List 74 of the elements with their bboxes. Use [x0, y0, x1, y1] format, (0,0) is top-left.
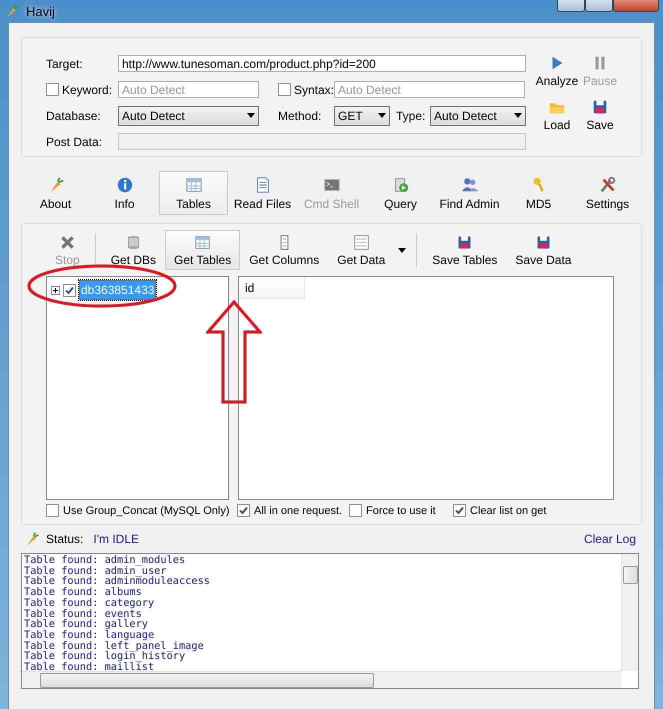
tab[interactable]: Tables [159, 171, 228, 215]
database-label: Database: [46, 108, 102, 122]
target-field[interactable]: http://www.tunesoman.com/product.php?id=200 [118, 55, 526, 72]
info-icon [116, 176, 134, 194]
action-button[interactable]: Save [580, 98, 620, 132]
type-dropdown[interactable]: Auto Detect [430, 106, 526, 126]
database-dropdown[interactable]: Auto Detect [118, 106, 259, 126]
syntax-checkbox[interactable] [278, 83, 291, 96]
tab[interactable]: Query [366, 171, 435, 215]
log-line: Table found: left_panel_image [24, 640, 205, 652]
type-label: Type: [396, 108, 426, 122]
table-icon [194, 234, 212, 250]
caret-icon [398, 248, 406, 252]
log-line: Table found: admin_user [24, 566, 167, 576]
keyword-label: Keyword: [62, 82, 112, 96]
maximize-button[interactable] [585, 0, 613, 12]
tab[interactable]: Settings [573, 171, 642, 215]
method-dropdown[interactable]: GET [334, 106, 390, 126]
minimize-button[interactable] [557, 0, 585, 12]
log-line: Table found: albums [24, 587, 143, 598]
dropdown-arrow-icon [514, 113, 522, 118]
stop-icon [58, 234, 76, 250]
tab[interactable]: MD5 [504, 171, 573, 215]
tree-checkbox[interactable] [63, 284, 76, 296]
toolbar-button[interactable]: Get Columns [240, 230, 328, 270]
log-line: Table found: login_history [24, 651, 186, 662]
target-label: Target: [46, 56, 84, 70]
status-value: I'm IDLE [93, 532, 139, 546]
syntax-field[interactable]: Auto Detect [334, 81, 525, 98]
option-label: All in one request. [254, 504, 342, 516]
dropdown-arrow-icon [247, 113, 255, 118]
clear-log-link[interactable]: Clear Log [584, 532, 636, 546]
action-button[interactable]: Analyze [537, 54, 577, 88]
log-line: Table found: events [24, 608, 142, 620]
option-checkbox[interactable] [237, 504, 250, 517]
tab[interactable]: Read Files [228, 171, 297, 215]
expand-icon[interactable] [51, 286, 60, 294]
toolbar-button[interactable]: Get Data [328, 230, 394, 270]
log-line: Table found: admin_modules [24, 555, 186, 566]
toolbar-button[interactable]: Get Tables [165, 230, 240, 270]
status-label: Status: [46, 532, 84, 546]
keyword-field[interactable]: Auto Detect [118, 81, 259, 98]
horizontal-scrollbar[interactable] [22, 671, 621, 688]
option-label: Clear list on get [470, 504, 546, 516]
keyword-checkbox[interactable] [46, 83, 59, 96]
tab[interactable]: Find Admin [435, 171, 504, 215]
option-label: Use Group_Concat (MySQL Only) [63, 504, 230, 516]
log-line: Table found: gallery [24, 619, 148, 630]
post-data-label: Post Data: [46, 134, 104, 148]
log-line: Table found: adminmoduleaccess [24, 576, 211, 588]
log-line: Table found: maillist [24, 662, 154, 671]
option-checkbox[interactable] [453, 504, 466, 517]
tools-icon [598, 176, 616, 194]
grid-icon [352, 234, 370, 250]
vertical-scrollbar[interactable] [621, 554, 638, 671]
tab[interactable]: Info [90, 171, 159, 215]
dropdown-arrow-icon [378, 113, 386, 118]
log-line: Table found: category [24, 598, 156, 609]
window-title: Havij [26, 4, 55, 18]
action-button[interactable]: Load [537, 98, 577, 132]
column-header[interactable]: id [239, 277, 305, 299]
tab[interactable]: About [21, 171, 90, 215]
close-button[interactable] [613, 0, 659, 12]
toolbar-button[interactable]: Get DBs [102, 230, 166, 270]
option-label: Force to use it [366, 504, 436, 516]
users-icon [460, 176, 478, 194]
syntax-label: Syntax: [294, 82, 334, 96]
method-label: Method: [278, 108, 322, 122]
log-line: Table found: language [24, 630, 156, 641]
toolbar-button[interactable]: Save Tables [423, 230, 506, 270]
table-icon [184, 176, 202, 194]
option-checkbox[interactable] [46, 504, 59, 517]
toolbar-button[interactable]: Save Data [506, 230, 580, 270]
option-checkbox[interactable] [349, 504, 362, 517]
